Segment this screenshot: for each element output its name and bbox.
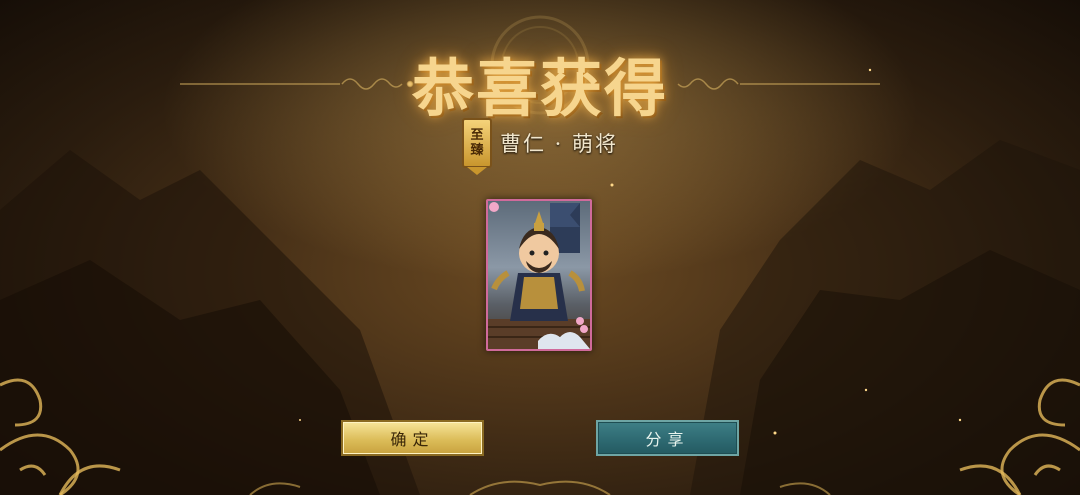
- confirm-button[interactable]: 确定: [341, 420, 484, 456]
- reward-card[interactable]: [486, 199, 592, 351]
- reward-title-wrap: 恭喜获得: [0, 38, 1080, 128]
- rarity-badge-char-2: 臻: [470, 143, 484, 158]
- rarity-badge: 至 臻: [461, 118, 492, 175]
- share-button[interactable]: 分享: [596, 420, 739, 456]
- rarity-badge-char-1: 至: [470, 128, 484, 143]
- character-portrait: [488, 202, 590, 349]
- card-name: 曹仁 · 萌将: [499, 132, 619, 156]
- reward-title: 恭喜获得: [411, 52, 668, 125]
- card-info-row: 至 臻 曹仁 · 萌将: [0, 118, 1080, 175]
